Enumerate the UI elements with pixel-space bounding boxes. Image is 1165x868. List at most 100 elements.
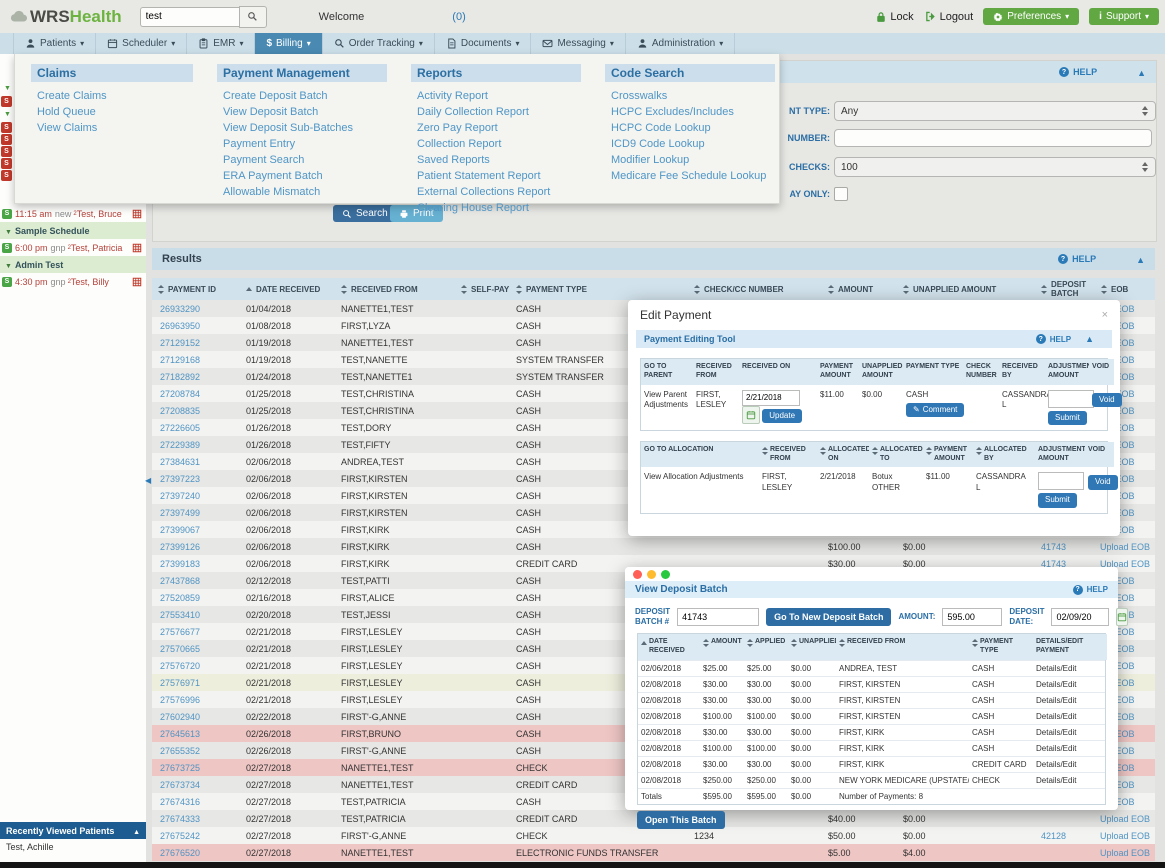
schedule-row[interactable]: Admin Test <box>0 256 146 273</box>
column-header[interactable]: DETAILS/EDIT PAYMENT <box>1033 634 1107 660</box>
menu-item[interactable]: View Deposit Batch <box>217 104 387 120</box>
payment-id-link[interactable]: 27576677 <box>152 627 240 637</box>
eob-link[interactable]: Upload EOB <box>1095 542 1155 552</box>
patient-name[interactable]: Test, Patricia <box>71 243 123 253</box>
column-header[interactable]: RECEIVED FROM <box>759 442 817 468</box>
eob-link[interactable]: Upload EOB <box>1095 848 1155 858</box>
details-edit-link[interactable]: Details/Edit <box>1033 773 1107 788</box>
menu-item[interactable]: ICD9 Code Lookup <box>605 136 775 152</box>
payment-id-link[interactable]: 27674333 <box>152 814 240 824</box>
schedule-row[interactable]: Sample Schedule <box>0 222 146 239</box>
payment-id-link[interactable]: 27655352 <box>152 746 240 756</box>
search-button[interactable]: Search <box>333 205 397 222</box>
payment-id-link[interactable]: 27553410 <box>152 610 240 620</box>
menu-item[interactable]: Collection Report <box>411 136 581 152</box>
payment-id-link[interactable]: 27397240 <box>152 491 240 501</box>
lock-button[interactable]: Lock <box>875 11 913 23</box>
menu-item[interactable]: Crosswalks <box>605 88 775 104</box>
submit-button[interactable]: Submit <box>1048 411 1087 425</box>
menu-item[interactable]: Create Claims <box>31 88 193 104</box>
menu-item[interactable]: Patient Statement Report <box>411 168 581 184</box>
payment-type-select[interactable]: Any <box>834 101 1156 121</box>
column-header[interactable]: SELF-PAY <box>455 285 510 294</box>
menu-item[interactable]: Payment Search <box>217 152 387 168</box>
check-number-input[interactable] <box>834 129 1152 147</box>
open-this-batch-button[interactable]: Open This Batch <box>637 811 725 829</box>
go-to-new-deposit-batch-button[interactable]: Go To New Deposit Batch <box>766 608 891 626</box>
help-link[interactable]: HELP <box>1058 254 1096 264</box>
comment-button[interactable]: Comment <box>906 403 964 417</box>
payment-id-link[interactable]: 27602940 <box>152 712 240 722</box>
menu-item[interactable]: Saved Reports <box>411 152 581 168</box>
column-header[interactable]: EOB <box>1095 285 1155 294</box>
details-edit-link[interactable]: Details/Edit <box>1033 693 1107 708</box>
view-parent-adjustments-link[interactable]: View Parent Adjustments <box>641 385 693 430</box>
appointment-grid-icon[interactable] <box>132 276 142 287</box>
column-header[interactable]: APPLIED <box>744 634 788 660</box>
payment-id-link[interactable]: 27397223 <box>152 474 240 484</box>
void-button[interactable]: Void <box>1088 475 1118 489</box>
view-allocation-adjustments-link[interactable]: View Allocation Adjustments <box>641 467 759 512</box>
column-header[interactable]: VOID <box>1085 442 1114 468</box>
payment-id-link[interactable]: 27675242 <box>152 831 240 841</box>
table-row[interactable]: 27676520 02/27/2018 NANETTE1,TEST ELECTR… <box>152 844 1155 861</box>
patient-name[interactable]: Test, Billy <box>71 277 109 287</box>
payment-id-link[interactable]: 27520859 <box>152 593 240 603</box>
menu-item[interactable]: Modifier Lookup <box>605 152 775 168</box>
adjustment-amount-input[interactable] <box>1038 472 1084 490</box>
menu-item[interactable]: Medicare Fee Schedule Lookup <box>605 168 775 184</box>
menu-item[interactable]: HCPC Excludes/Includes <box>605 104 775 120</box>
help-link[interactable]: HELP <box>1073 585 1108 595</box>
menu-item[interactable]: View Deposit Sub-Batches <box>217 120 387 136</box>
help-link[interactable]: HELP <box>1036 334 1071 344</box>
schedule-row[interactable]: 11:15 am new 2 Test, Bruce <box>0 205 146 222</box>
patient-name[interactable]: Test, Bruce <box>77 209 122 219</box>
details-edit-link[interactable]: Details/Edit <box>1033 757 1107 772</box>
payment-id-link[interactable]: 27673725 <box>152 763 240 773</box>
deposit-date-input[interactable] <box>1051 608 1109 626</box>
nav-item-emr[interactable]: EMR <box>187 33 255 54</box>
menu-item[interactable]: View Claims <box>31 120 193 136</box>
payment-id-link[interactable]: 27229389 <box>152 440 240 450</box>
self-pay-only-checkbox[interactable] <box>834 187 848 201</box>
max-checks-select[interactable]: 100 <box>834 157 1156 177</box>
close-icon[interactable]: × <box>1102 309 1108 321</box>
column-header[interactable]: PAYMENT TYPE <box>969 634 1033 660</box>
schedule-row[interactable]: 6:00 pm gnp 2 Test, Patricia <box>0 239 146 256</box>
payment-id-link[interactable]: 27676520 <box>152 848 240 858</box>
column-header[interactable]: PAYMENT AMOUNT <box>923 442 973 468</box>
column-header[interactable]: CHECK/CC NUMBER <box>688 285 822 294</box>
payment-id-link[interactable]: 27437868 <box>152 576 240 586</box>
table-row[interactable]: 27399126 02/06/2018 FIRST,KIRK CASH $100… <box>152 538 1155 555</box>
payment-id-link[interactable]: 27399126 <box>152 542 240 552</box>
preferences-button[interactable]: Preferences <box>983 8 1079 25</box>
payment-id-link[interactable]: 27397499 <box>152 508 240 518</box>
appointment-grid-icon[interactable] <box>132 208 142 219</box>
adjustment-amount-input[interactable] <box>1048 390 1094 408</box>
payment-id-link[interactable]: 27384631 <box>152 457 240 467</box>
appointment-grid-icon[interactable] <box>132 242 142 253</box>
global-search-input[interactable] <box>140 7 239 27</box>
payment-id-link[interactable]: 27576971 <box>152 678 240 688</box>
payment-id-link[interactable]: 26963950 <box>152 321 240 331</box>
calendar-button[interactable] <box>1116 608 1128 626</box>
payment-id-link[interactable]: 27673734 <box>152 780 240 790</box>
nav-item-billing[interactable]: Billing <box>255 33 322 54</box>
nav-item-scheduler[interactable]: Scheduler <box>96 33 187 54</box>
calendar-button[interactable] <box>742 406 760 424</box>
schedule-row[interactable]: 4:30 pm gnp 2 Test, Billy <box>0 273 146 290</box>
column-header[interactable]: GO TO ALLOCATION <box>641 442 759 468</box>
details-edit-link[interactable]: Details/Edit <box>1033 709 1107 724</box>
menu-item[interactable]: Daily Collection Report <box>411 104 581 120</box>
payment-id-link[interactable]: 27399183 <box>152 559 240 569</box>
column-header[interactable]: ALLOCATED ON <box>817 442 869 468</box>
collapse-section-icon[interactable] <box>1085 334 1094 344</box>
menu-item[interactable]: Clearing House Report <box>411 200 581 216</box>
menu-item[interactable]: ERA Payment Batch <box>217 168 387 184</box>
sidebar-collapse-icon[interactable] <box>145 476 151 485</box>
deposit-batch-number-input[interactable] <box>677 608 759 626</box>
notification-count[interactable]: (0) <box>452 11 465 23</box>
support-button[interactable]: iSupport <box>1089 8 1159 25</box>
nav-item-documents[interactable]: Documents <box>435 33 532 54</box>
void-button[interactable]: Void <box>1092 393 1122 407</box>
